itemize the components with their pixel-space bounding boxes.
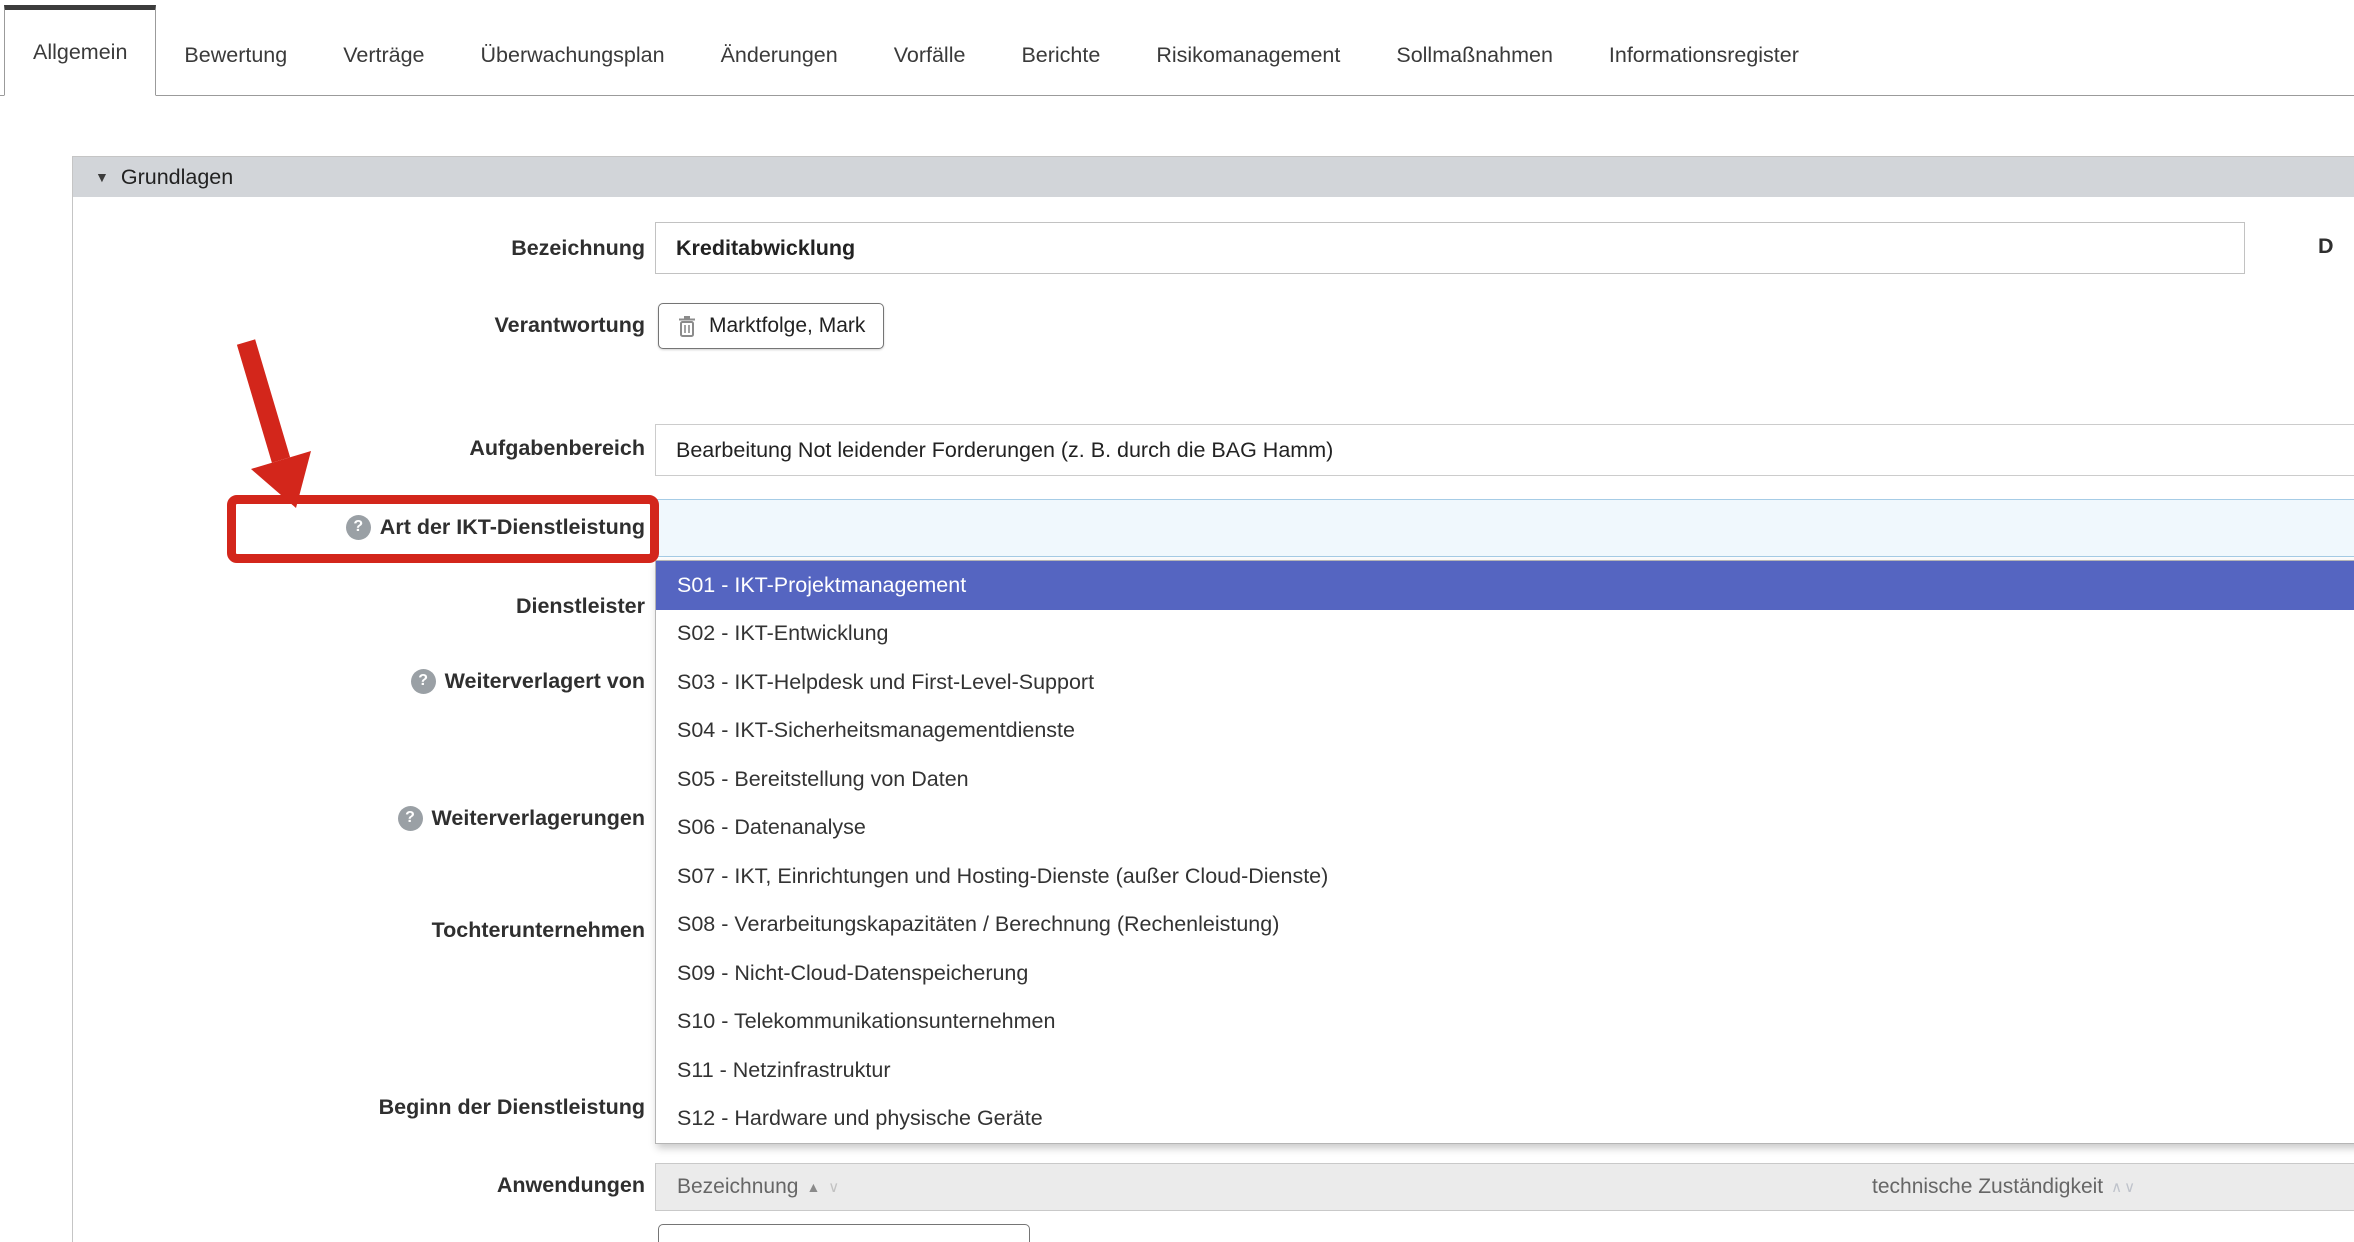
anwendungen-table-header: Bezeichnung ▲ ∨ technische Zuständigkeit… — [655, 1163, 2354, 1211]
aufgabenbereich-label-text: Aufgabenbereich — [469, 436, 645, 461]
beginn-der-dienstleistung-label: Beginn der Dienstleistung — [205, 1093, 645, 1121]
dropdown-option[interactable]: S01 - IKT-Projektmanagement — [656, 561, 2354, 610]
bezeichnung-label-text: Bezeichnung — [511, 236, 645, 261]
tab-bewertung[interactable]: Bewertung — [156, 15, 315, 95]
partial-chip[interactable] — [658, 1224, 1030, 1242]
tochterunternehmen-label-text: Tochterunternehmen — [432, 918, 645, 943]
chip-label: Marktfolge, Mark — [709, 314, 865, 338]
tab-aenderungen[interactable]: Änderungen — [693, 15, 866, 95]
tab-informationsregister[interactable]: Informationsregister — [1581, 15, 1827, 95]
help-icon[interactable]: ? — [346, 515, 371, 540]
section-title: Grundlagen — [121, 165, 233, 190]
tab-sollmassnahmen[interactable]: Sollmaßnahmen — [1368, 15, 1581, 95]
sort-desc-icon[interactable]: ∨ — [828, 1178, 839, 1196]
grundlagen-section-header[interactable]: ▼ Grundlagen — [73, 157, 2354, 197]
dropdown-option[interactable]: S08 - Verarbeitungskapazitäten / Berechn… — [656, 901, 2354, 950]
screen: Allgemein Bewertung Verträge Überwachung… — [0, 0, 2354, 1242]
dropdown-option[interactable]: S05 - Bereitstellung von Daten — [656, 755, 2354, 804]
verantwortung-label: Verantwortung — [205, 311, 645, 339]
bezeichnung-label: Bezeichnung — [205, 234, 645, 262]
beginn-label-text: Beginn der Dienstleistung — [379, 1095, 645, 1120]
trash-icon[interactable] — [677, 315, 697, 338]
tab-vorfaelle[interactable]: Vorfälle — [866, 15, 994, 95]
collapse-triangle-icon: ▼ — [95, 169, 109, 185]
tab-bar: Allgemein Bewertung Verträge Überwachung… — [0, 0, 2354, 96]
tab-allgemein[interactable]: Allgemein — [4, 5, 156, 96]
column-header-label: technische Zuständigkeit — [1872, 1175, 2103, 1199]
column-header-label: Bezeichnung — [677, 1175, 798, 1199]
help-icon[interactable]: ? — [398, 806, 423, 831]
dropdown-option[interactable]: S02 - IKT-Entwicklung — [656, 610, 2354, 659]
verantwortung-label-text: Verantwortung — [494, 313, 645, 338]
truncated-right-column-label: D — [2318, 234, 2334, 259]
art-ikt-label: ? Art der IKT-Dienstleistung — [205, 513, 645, 541]
art-ikt-dropdown: S01 - IKT-Projektmanagement S02 - IKT-En… — [655, 560, 2354, 1144]
weiterverlagert-von-label: ? Weiterverlagert von — [205, 667, 645, 695]
tochterunternehmen-label: Tochterunternehmen — [205, 916, 645, 944]
dienstleister-label-text: Dienstleister — [516, 594, 645, 619]
dropdown-option[interactable]: S04 - IKT-Sicherheitsmanagementdienste — [656, 707, 2354, 756]
dropdown-option[interactable]: S06 - Datenanalyse — [656, 804, 2354, 853]
weiterverlagerungen-label-text: Weiterverlagerungen — [432, 806, 645, 831]
bezeichnung-input[interactable] — [655, 222, 2245, 274]
dienstleister-label: Dienstleister — [205, 592, 645, 620]
column-header-bezeichnung[interactable]: Bezeichnung ▲ ∨ — [656, 1175, 839, 1199]
tab-risikomanagement[interactable]: Risikomanagement — [1128, 15, 1368, 95]
dropdown-option[interactable]: S12 - Hardware und physische Geräte — [656, 1095, 2354, 1144]
weiterverlagerungen-label: ? Weiterverlagerungen — [205, 804, 645, 832]
verantwortung-chip[interactable]: Marktfolge, Mark — [658, 303, 884, 349]
dropdown-option[interactable]: S11 - Netzinfrastruktur — [656, 1046, 2354, 1095]
dropdown-option[interactable]: S03 - IKT-Helpdesk und First-Level-Suppo… — [656, 658, 2354, 707]
sort-asc-icon[interactable]: ▲ — [806, 1179, 820, 1195]
tab-berichte[interactable]: Berichte — [993, 15, 1128, 95]
tab-vertraege[interactable]: Verträge — [315, 15, 452, 95]
aufgabenbereich-input[interactable]: Bearbeitung Not leidender Forderungen (z… — [655, 424, 2354, 476]
anwendungen-label: Anwendungen — [205, 1171, 645, 1199]
art-ikt-label-text: Art der IKT-Dienstleistung — [380, 515, 645, 540]
tab-ueberwachungsplan[interactable]: Überwachungsplan — [453, 15, 693, 95]
dropdown-option[interactable]: S09 - Nicht-Cloud-Datenspeicherung — [656, 949, 2354, 998]
weiterverlagert-von-label-text: Weiterverlagert von — [445, 669, 645, 694]
anwendungen-label-text: Anwendungen — [497, 1173, 645, 1198]
dropdown-option[interactable]: S10 - Telekommunikationsunternehmen — [656, 998, 2354, 1047]
aufgabenbereich-label: Aufgabenbereich — [205, 434, 645, 462]
sort-unsorted-icon[interactable]: ∧∨ — [2111, 1178, 2137, 1196]
dropdown-option[interactable]: S07 - IKT, Einrichtungen und Hosting-Die… — [656, 852, 2354, 901]
art-ikt-combobox-input[interactable] — [655, 499, 2354, 557]
column-header-technische-zustaendigkeit[interactable]: technische Zuständigkeit ∧∨ — [1872, 1175, 2137, 1199]
help-icon[interactable]: ? — [411, 669, 436, 694]
